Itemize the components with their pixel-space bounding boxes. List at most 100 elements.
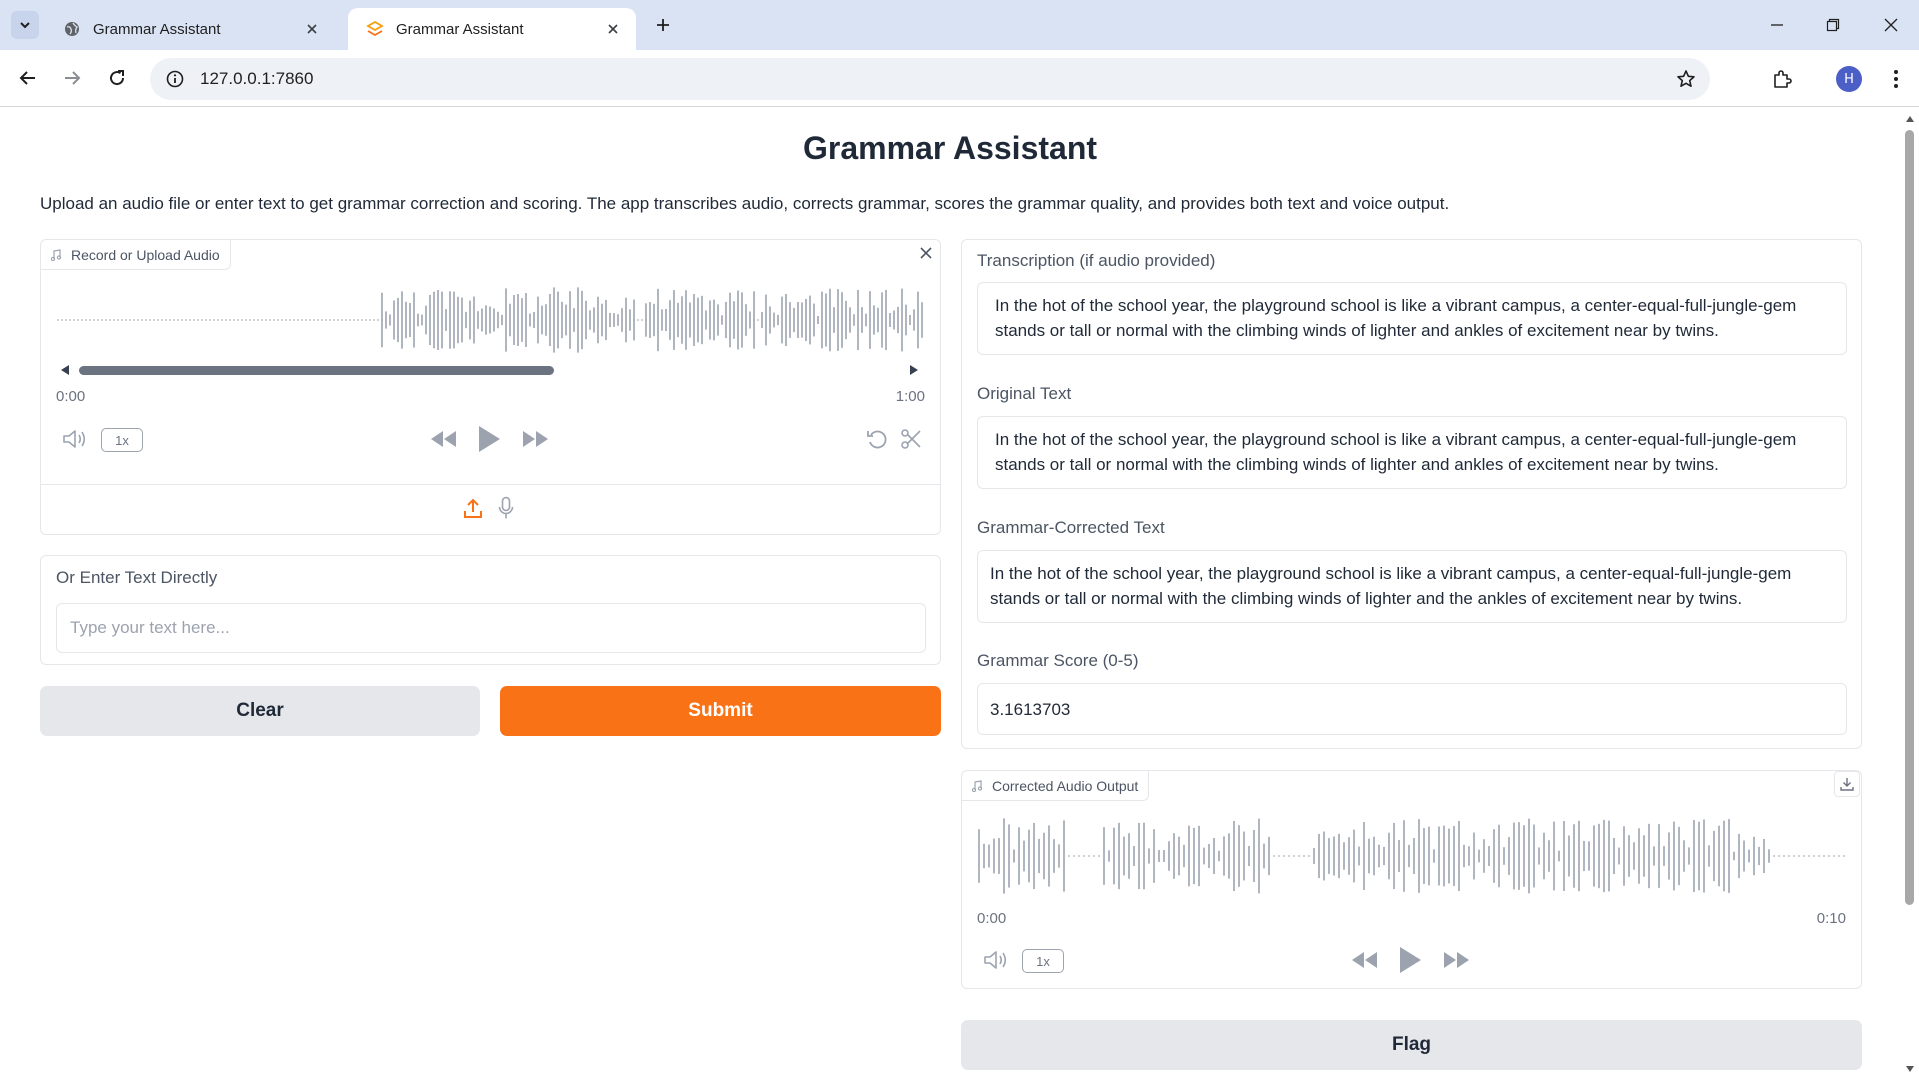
globe-icon: [63, 20, 81, 38]
audio-output-label-text: Corrected Audio Output: [992, 777, 1139, 794]
grammar-score-label: Grammar Score (0-5): [977, 651, 1139, 670]
grammar-score-output[interactable]: 3.1613703: [977, 683, 1847, 735]
tab-title: Grammar Assistant: [396, 20, 524, 38]
input-waveform[interactable]: [56, 285, 926, 355]
audio-output-time-end: 0:10: [1816, 910, 1846, 927]
play-button[interactable]: [1395, 943, 1425, 977]
close-icon[interactable]: [303, 20, 321, 38]
audio-input-label: Record or Upload Audio: [41, 240, 231, 270]
fast-forward-button[interactable]: [1441, 947, 1473, 973]
corrected-text-label: Grammar-Corrected Text: [977, 518, 1165, 537]
play-icon: [1400, 947, 1421, 973]
avatar[interactable]: H: [1836, 66, 1862, 92]
play-button[interactable]: [474, 422, 504, 456]
transcription-label: Transcription (if audio provided): [977, 251, 1216, 270]
transcription-output[interactable]: In the hot of the school year, the playg…: [977, 282, 1847, 355]
tab-list-button[interactable]: [11, 11, 39, 39]
browser-toolbar: 127.0.0.1:7860: [0, 50, 1919, 107]
fast-forward-icon: [523, 431, 548, 447]
audio-input-panel: Record or Upload Audio 0:00 1:00 1x: [40, 239, 941, 535]
gradio-icon: [366, 20, 384, 38]
restore-button[interactable]: [1818, 10, 1848, 40]
caret-right-icon: [910, 365, 918, 375]
restore-icon: [1826, 18, 1840, 32]
forward-button[interactable]: [57, 63, 87, 93]
audio-output-label: Corrected Audio Output: [962, 771, 1150, 801]
music-icon: [970, 779, 984, 793]
more-icon: [1894, 70, 1898, 88]
playback-speed-button[interactable]: 1x: [101, 428, 143, 452]
window-close-button[interactable]: [1876, 10, 1906, 40]
back-arrow-icon: [19, 71, 35, 85]
browser-tab-1[interactable]: Grammar Assistant: [45, 8, 335, 50]
url-text: 127.0.0.1:7860: [200, 69, 314, 88]
tab-list-icon: [20, 22, 30, 29]
divider: [41, 484, 940, 485]
undo-icon: [867, 430, 887, 449]
rewind-button[interactable]: [427, 426, 459, 452]
extensions-button[interactable]: [1767, 64, 1797, 94]
browser-tab-2[interactable]: Grammar Assistant: [348, 8, 636, 50]
rewind-icon: [431, 431, 456, 447]
minimize-button[interactable]: [1762, 10, 1792, 40]
audio-input-label-text: Record or Upload Audio: [71, 246, 220, 263]
rewind-button[interactable]: [1348, 947, 1380, 973]
scroll-down-arrow[interactable]: [1904, 1064, 1915, 1074]
clear-button[interactable]: Clear: [40, 686, 480, 736]
fast-forward-button[interactable]: [520, 426, 552, 452]
tab-title: Grammar Assistant: [93, 20, 221, 38]
close-icon[interactable]: [604, 20, 622, 38]
new-tab-button[interactable]: [650, 12, 676, 38]
audio-output-time-start: 0:00: [977, 910, 1007, 927]
output-waveform[interactable]: [977, 816, 1847, 896]
audio-time-end: 1:00: [895, 388, 925, 405]
close-icon: [1884, 18, 1898, 32]
undo-trim-button[interactable]: [864, 426, 890, 452]
corrected-text-output[interactable]: In the hot of the school year, the playg…: [977, 550, 1847, 623]
tab-bar: Grammar Assistant Grammar Assistant: [0, 0, 1919, 50]
upload-button[interactable]: [461, 495, 485, 521]
waveform-scrollbar-thumb[interactable]: [79, 366, 554, 375]
page-scrollbar[interactable]: [1900, 108, 1919, 1079]
volume-icon: [984, 951, 1007, 969]
waveform-scroll-left[interactable]: [59, 363, 71, 377]
download-icon: [1840, 778, 1854, 791]
music-icon: [49, 248, 63, 262]
volume-button[interactable]: [61, 426, 89, 452]
text-output-panel: Transcription (if audio provided) In the…: [961, 239, 1862, 749]
minimize-icon: [1771, 24, 1783, 26]
volume-button[interactable]: [982, 947, 1010, 973]
rewind-icon: [1352, 952, 1377, 968]
info-icon[interactable]: [164, 68, 186, 90]
close-icon: [920, 247, 932, 259]
address-bar[interactable]: 127.0.0.1:7860: [150, 58, 1710, 100]
page-scrollbar-thumb[interactable]: [1905, 130, 1914, 905]
app-description: Upload an audio file or enter text to ge…: [40, 194, 1450, 213]
playback-speed-button[interactable]: 1x: [1022, 949, 1064, 973]
trim-button[interactable]: [898, 426, 924, 452]
app-page: Grammar Assistant Upload an audio file o…: [0, 108, 1900, 1079]
text-input-panel: Or Enter Text Directly: [40, 555, 941, 665]
clear-audio-button[interactable]: [913, 240, 939, 266]
reload-icon: [110, 70, 125, 86]
caret-left-icon: [61, 365, 69, 375]
original-text-output[interactable]: In the hot of the school year, the playg…: [977, 416, 1847, 489]
back-button[interactable]: [13, 63, 43, 93]
waveform-scroll-right[interactable]: [908, 363, 920, 377]
reload-button[interactable]: [102, 63, 132, 93]
plus-icon: [657, 19, 669, 31]
record-button[interactable]: [495, 495, 517, 521]
submit-button[interactable]: Submit: [500, 686, 941, 736]
upload-icon: [464, 498, 482, 518]
output-waveform-graphic: [978, 818, 1845, 894]
flag-button[interactable]: Flag: [961, 1020, 1862, 1070]
forward-arrow-icon: [65, 71, 81, 85]
star-icon[interactable]: [1674, 67, 1698, 91]
download-button[interactable]: [1834, 771, 1860, 797]
original-text-label: Original Text: [977, 384, 1072, 403]
menu-button[interactable]: [1881, 64, 1911, 94]
text-input-field[interactable]: [56, 603, 926, 653]
fast-forward-icon: [1444, 952, 1469, 968]
volume-icon: [63, 430, 86, 448]
scroll-up-arrow[interactable]: [1904, 114, 1915, 124]
